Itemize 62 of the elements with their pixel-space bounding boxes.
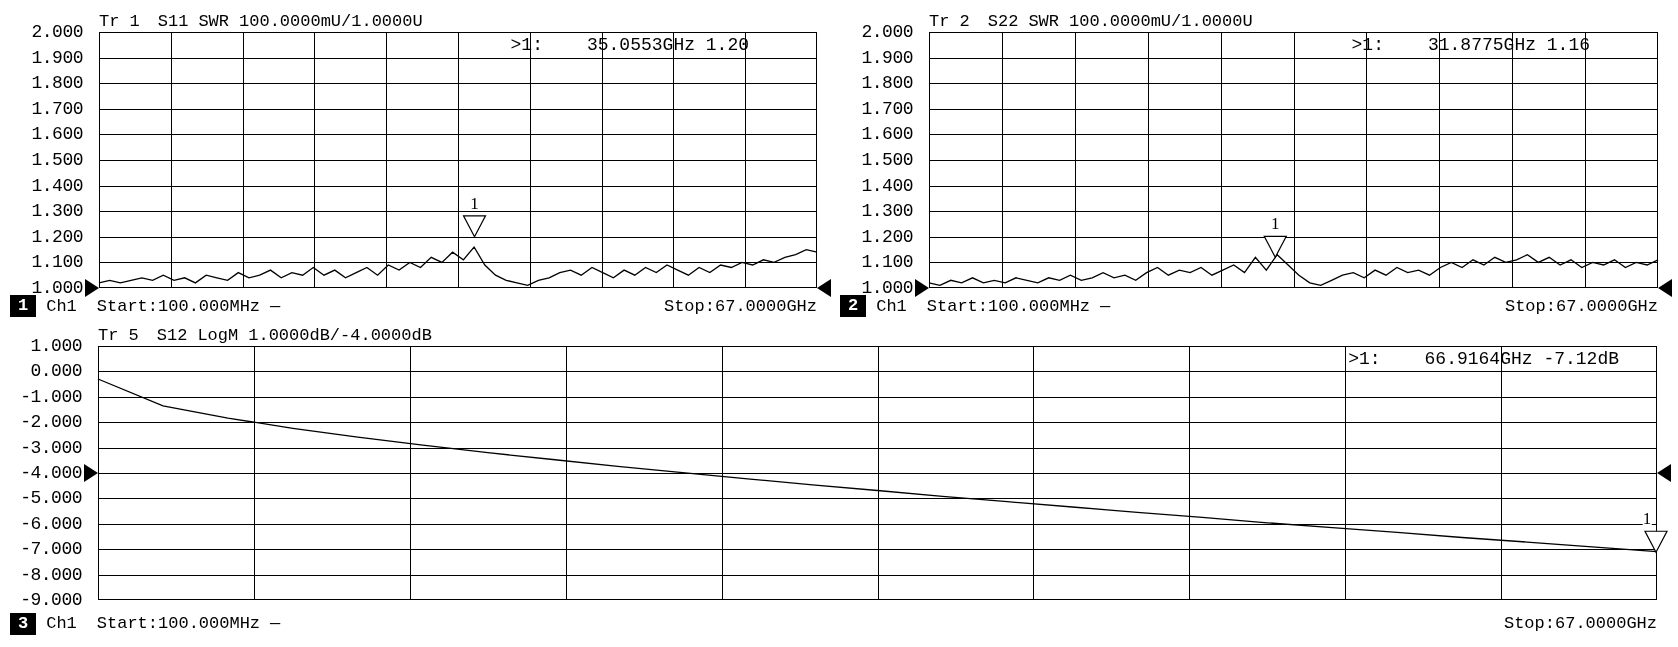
trace-number: Tr 5 [98, 326, 139, 346]
axis-tick-label: 1.800 [861, 72, 913, 95]
parameter-label: S12 [156, 326, 188, 346]
marker-label: 1 [1642, 509, 1652, 529]
axis-tick-label: 2.000 [861, 21, 913, 43]
axis-tick-label: 1.300 [31, 200, 83, 223]
start-frequency: Start:100.000MHz [96, 296, 261, 316]
stop-frequency: Stop:67.0000GHz [1503, 614, 1657, 633]
axis-tick-label: 1.200 [31, 225, 83, 248]
axis-tick-label: 1.800 [31, 72, 83, 95]
format-label: LogM [197, 326, 239, 346]
axis-tick-label: 1.000 [30, 335, 82, 357]
axis-tick-label: 1.500 [31, 148, 83, 171]
marker-label: 1 [470, 193, 479, 213]
axis-tick-label: 1.600 [861, 123, 913, 146]
scale-label: 1.0000dB/-4.0000dB [248, 326, 432, 346]
axis-tick-label: 1.700 [861, 97, 913, 120]
axis-tick-label: 0.000 [30, 360, 82, 383]
stop-frequency: Stop:67.0000GHz [1504, 296, 1658, 316]
trace-number: Tr 1 [99, 12, 140, 32]
axis-tick-label: -8.000 [20, 563, 82, 586]
sweep-mark: — [270, 296, 281, 316]
axis-tick-label: -9.000 [20, 588, 82, 611]
axis-tick-label: 1.700 [31, 97, 83, 120]
start-frequency: Start:100.000MHz [96, 614, 261, 633]
axis-tick-label: -4.000 [20, 461, 82, 484]
axis-tick-label: -7.000 [20, 538, 82, 561]
axis-tick-label: -3.000 [20, 436, 82, 459]
parameter-label: S22 [987, 12, 1019, 32]
axis-tick-label: 1.300 [861, 200, 913, 223]
sweep-mark: — [270, 614, 281, 633]
channel-label: Ch1 [46, 614, 77, 633]
marker-label: 1 [1271, 214, 1280, 234]
channel-label: Ch1 [876, 296, 907, 316]
axis-tick-label: 1.900 [861, 46, 913, 69]
axis-tick-label: 1.400 [31, 174, 83, 197]
axis-tick-label: 1.200 [861, 225, 913, 248]
axis-tick-label: 2.000 [31, 21, 83, 43]
axis-tick-label: 1.100 [31, 251, 83, 274]
axis-tick-label: 1.600 [31, 123, 83, 146]
format-label: SWR [1028, 12, 1060, 32]
axis-tick-label: 1.900 [31, 46, 83, 69]
channel-number-badge: 1 [10, 295, 37, 317]
trace-number: Tr 2 [929, 12, 970, 32]
axis-tick-label: 1.400 [861, 174, 913, 197]
axis-tick-label: -2.000 [20, 411, 82, 434]
axis-tick-label: 1.100 [861, 251, 913, 274]
channel-number-badge: 3 [10, 612, 37, 635]
channel-number-badge: 2 [840, 295, 867, 317]
axis-tick-label: -5.000 [20, 487, 82, 510]
axis-tick-label: 1.500 [861, 148, 913, 171]
channel-label: Ch1 [46, 296, 77, 316]
axis-tick-label: -6.000 [20, 512, 82, 535]
sweep-mark: — [1100, 296, 1111, 316]
scale-label: 100.0000mU/1.0000U [239, 12, 423, 32]
start-frequency: Start:100.000MHz [926, 296, 1091, 316]
stop-frequency: Stop:67.0000GHz [663, 296, 817, 316]
marker-readout-label: >1: [1348, 349, 1381, 369]
scale-label: 100.0000mU/1.0000U [1069, 12, 1253, 32]
format-label: SWR [198, 12, 230, 32]
parameter-label: S11 [157, 12, 189, 32]
axis-tick-label: -1.000 [20, 385, 82, 408]
